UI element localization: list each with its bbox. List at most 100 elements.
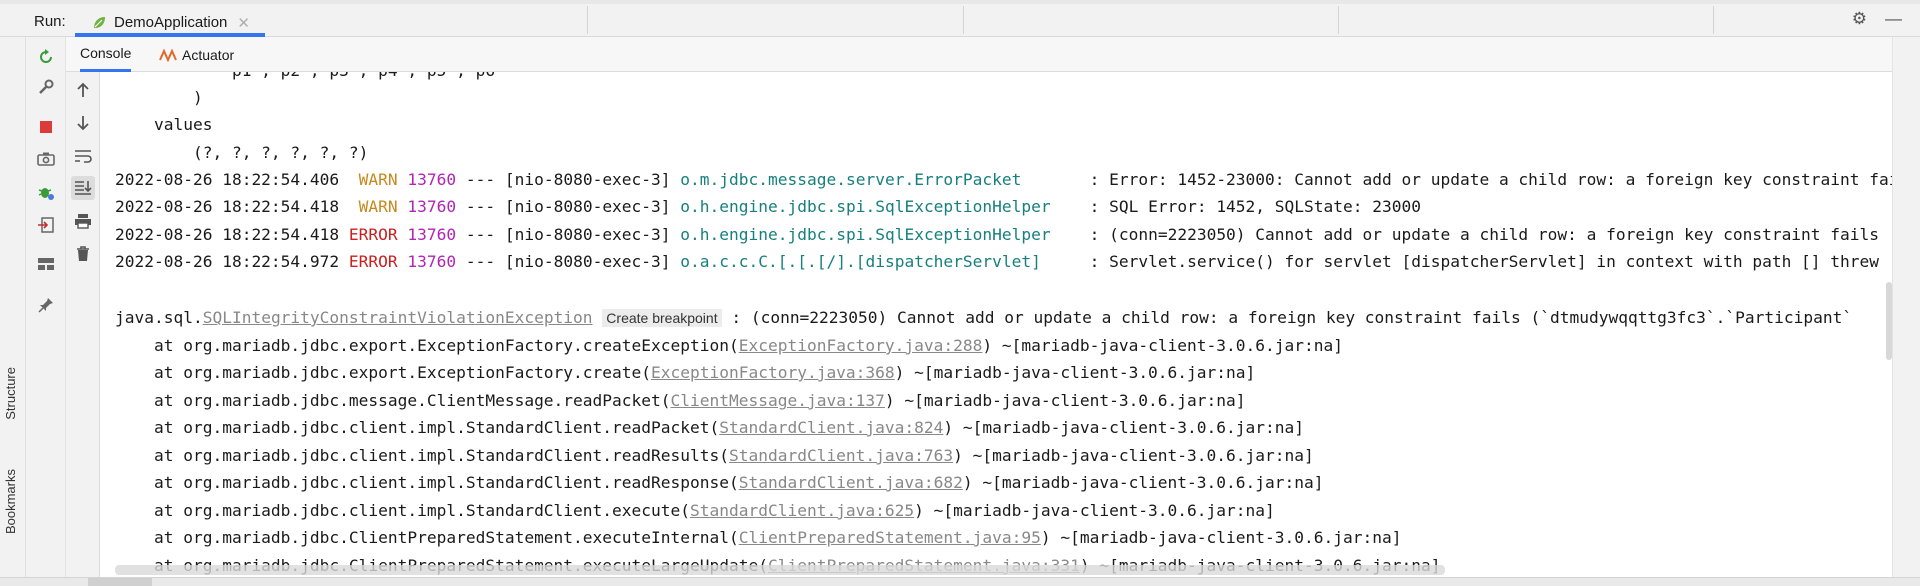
sql-line: p1 , p2 , p3 , p4 , p5 , p6: [115, 72, 495, 82]
spring-leaf-icon: [94, 16, 105, 28]
create-breakpoint-tooltip[interactable]: Create breakpoint: [602, 309, 722, 327]
source-link[interactable]: ClientPreparedStatement.java:95: [739, 528, 1041, 547]
run-toolbar: [26, 37, 66, 577]
log-line: 2022-08-26 18:22:54.418 WARN 13760 --- […: [115, 196, 1421, 218]
log-line: 2022-08-26 18:22:54.418 ERROR 13760 --- …: [115, 224, 1879, 246]
structure-tool-button[interactable]: Structure: [3, 367, 18, 420]
stack-frame: at org.mariadb.jdbc.client.impl.Standard…: [115, 472, 1324, 494]
header-separator: [1713, 6, 1714, 34]
bookmarks-tool-button[interactable]: Bookmarks: [3, 469, 18, 534]
camera-icon[interactable]: [34, 147, 58, 171]
stack-frame: at org.mariadb.jdbc.export.ExceptionFact…: [115, 335, 1343, 357]
bottom-tool-button[interactable]: [88, 578, 152, 586]
tab-actuator[interactable]: Actuator: [159, 37, 234, 72]
source-link[interactable]: StandardClient.java:682: [739, 473, 963, 492]
source-link[interactable]: StandardClient.java:824: [719, 418, 943, 437]
stack-frame-method: at org.mariadb.jdbc.client.impl.Standard…: [115, 501, 690, 520]
stack-frame: at org.mariadb.jdbc.client.impl.Standard…: [115, 417, 1304, 439]
print-icon[interactable]: [71, 209, 95, 233]
log-separator: ---: [456, 252, 505, 271]
run-tab-title: DemoApplication: [114, 14, 228, 31]
log-message: : (conn=2223050) Cannot add or update a …: [1079, 225, 1880, 244]
run-sub-tabs: Console Actuator: [66, 37, 1920, 72]
log-pid: 13760: [407, 225, 457, 244]
source-link[interactable]: StandardClient.java:625: [690, 501, 914, 520]
log-line: 2022-08-26 18:22:54.406 WARN 13760 --- […: [115, 169, 1892, 191]
log-pid: 13760: [407, 252, 457, 271]
log-pid: 13760: [407, 197, 457, 216]
tab-console[interactable]: Console: [80, 37, 132, 72]
horizontal-scrollbar[interactable]: [115, 565, 1445, 575]
tab-console-label: Console: [80, 45, 132, 61]
log-timestamp: 2022-08-26 18:22:54.418: [115, 197, 340, 216]
log-thread: [nio-8080-exec-3]: [504, 252, 671, 271]
vertical-scrollbar[interactable]: [1886, 282, 1892, 360]
stack-frame: at org.mariadb.jdbc.export.ExceptionFact…: [115, 362, 1255, 384]
left-tool-strip: Structure Bookmarks: [0, 37, 26, 577]
stack-frame-method: at org.mariadb.jdbc.message.ClientMessag…: [115, 391, 671, 410]
trash-icon[interactable]: [71, 242, 95, 266]
source-link[interactable]: StandardClient.java:763: [729, 446, 953, 465]
log-logger: o.m.jdbc.message.server.ErrorPacket: [680, 170, 1080, 189]
arrow-up-icon[interactable]: [71, 78, 95, 102]
wrench-icon[interactable]: [34, 75, 58, 99]
log-timestamp: 2022-08-26 18:22:54.972: [115, 252, 340, 271]
sql-line: values: [115, 115, 213, 134]
stack-frame-method: at org.mariadb.jdbc.client.impl.Standard…: [115, 473, 739, 492]
stack-frame-method: at org.mariadb.jdbc.client.impl.Standard…: [115, 446, 729, 465]
header-separator: [1338, 6, 1339, 34]
run-configuration-tab[interactable]: DemoApplication ✕: [75, 8, 265, 37]
log-thread: [nio-8080-exec-3]: [504, 170, 671, 189]
exception-line: java.sql.SQLIntegrityConstraintViolation…: [115, 307, 1852, 329]
log-message: : Servlet.service() for servlet [dispatc…: [1079, 252, 1880, 271]
log-timestamp: 2022-08-26 18:22:54.406: [115, 170, 340, 189]
arrow-down-icon[interactable]: [71, 111, 95, 135]
stack-frame: at org.mariadb.jdbc.ClientPreparedStatem…: [115, 527, 1401, 549]
pin-icon[interactable]: [34, 293, 58, 317]
layout-icon[interactable]: [34, 252, 58, 276]
sql-line: ): [115, 88, 203, 107]
debug-bug-icon[interactable]: [34, 180, 58, 204]
stack-frame-jar: ) ~[mariadb-java-client-3.0.6.jar:na]: [894, 363, 1256, 382]
stack-frame-method: at org.mariadb.jdbc.client.impl.Standard…: [115, 418, 720, 437]
close-icon[interactable]: ✕: [237, 14, 250, 32]
log-level: ERROR: [348, 225, 398, 244]
run-tool-window-header: Run: DemoApplication ✕ ⚙ —: [0, 0, 1920, 37]
log-level: WARN: [348, 170, 398, 189]
stack-frame-jar: ) ~[mariadb-java-client-3.0.6.jar:na]: [884, 391, 1246, 410]
sql-line: (?, ?, ?, ?, ?, ?): [115, 143, 369, 162]
bottom-tool-strip: [0, 577, 1920, 586]
log-line: 2022-08-26 18:22:54.972 ERROR 13760 --- …: [115, 251, 1879, 273]
stack-frame-method: at org.mariadb.jdbc.export.ExceptionFact…: [115, 336, 739, 355]
source-link[interactable]: ExceptionFactory.java:288: [739, 336, 983, 355]
header-separator: [963, 6, 964, 34]
log-pid: 13760: [407, 170, 457, 189]
source-link[interactable]: ExceptionFactory.java:368: [651, 363, 895, 382]
stack-frame-jar: ) ~[mariadb-java-client-3.0.6.jar:na]: [982, 336, 1343, 355]
log-message: : Error: 1452-23000: Cannot add or updat…: [1079, 170, 1892, 189]
minimize-icon[interactable]: —: [1885, 10, 1902, 28]
console-toolbar: [66, 72, 100, 577]
actuator-icon: [159, 48, 177, 62]
source-link[interactable]: ClientMessage.java:137: [671, 391, 885, 410]
soft-wrap-icon[interactable]: [71, 144, 95, 168]
console-output[interactable]: p1 , p2 , p3 , p4 , p5 , p6 ) values (?,…: [100, 72, 1892, 575]
stack-frame-jar: ) ~[mariadb-java-client-3.0.6.jar:na]: [914, 501, 1275, 520]
stop-icon[interactable]: [34, 115, 58, 139]
stack-frame-jar: ) ~[mariadb-java-client-3.0.6.jar:na]: [1040, 528, 1402, 547]
stack-frame-jar: ) ~[mariadb-java-client-3.0.6.jar:na]: [943, 418, 1304, 437]
exception-prefix: java.sql.: [115, 308, 203, 327]
log-logger: o.h.engine.jdbc.spi.SqlExceptionHelper: [680, 225, 1080, 244]
stack-frame: at org.mariadb.jdbc.client.impl.Standard…: [115, 445, 1314, 467]
log-separator: ---: [456, 197, 505, 216]
gear-icon[interactable]: ⚙: [1852, 10, 1867, 28]
exit-icon[interactable]: [34, 213, 58, 237]
right-gutter: [1892, 37, 1920, 577]
stack-frame: at org.mariadb.jdbc.client.impl.Standard…: [115, 500, 1275, 522]
log-logger: o.h.engine.jdbc.spi.SqlExceptionHelper: [680, 197, 1080, 216]
exception-class-link[interactable]: SQLIntegrityConstraintViolationException: [203, 308, 593, 327]
log-message: : SQL Error: 1452, SQLState: 23000: [1079, 197, 1421, 216]
scroll-to-end-icon[interactable]: [71, 176, 95, 200]
log-thread: [nio-8080-exec-3]: [504, 225, 671, 244]
rerun-icon[interactable]: [34, 45, 58, 69]
